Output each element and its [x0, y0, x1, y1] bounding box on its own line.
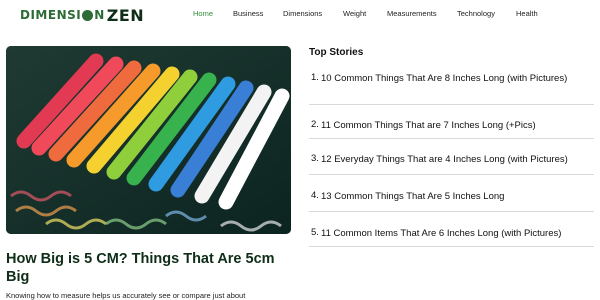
- story-link[interactable]: 13 Common Things That Are 5 Inches Long: [321, 175, 594, 203]
- sidebar-title: Top Stories: [309, 47, 364, 58]
- article-excerpt: Knowing how to measure helps us accurate…: [6, 291, 246, 300]
- nav-measurements[interactable]: Measurements: [387, 9, 437, 18]
- list-item: 5. 11 Common Items That Are 6 Inches Lon…: [309, 212, 594, 247]
- list-item: 3. 12 Everyday Things That are 4 Inches …: [309, 139, 594, 175]
- nav-health[interactable]: Health: [516, 9, 538, 18]
- logo-text-zen: ZEN: [106, 5, 145, 25]
- list-item: 2. 11 Common Things That are 7 Inches Lo…: [309, 105, 594, 139]
- logo-text-dimension: DIMENSI: [20, 8, 82, 22]
- nav-weight[interactable]: Weight: [343, 9, 366, 18]
- article-title[interactable]: How Big is 5 CM? Things That Are 5cm Big: [6, 250, 291, 286]
- featured-image-chalk[interactable]: [6, 46, 291, 234]
- list-item: 1. 10 Common Things That Are 8 Inches Lo…: [309, 66, 594, 105]
- list-item: 4. 13 Common Things That Are 5 Inches Lo…: [309, 175, 594, 212]
- story-number: 5.: [311, 227, 319, 238]
- top-stories-list: 1. 10 Common Things That Are 8 Inches Lo…: [309, 66, 594, 247]
- nav-dimensions[interactable]: Dimensions: [283, 9, 322, 18]
- story-number: 4.: [311, 190, 319, 201]
- logo-text-n: N: [94, 8, 105, 22]
- story-link[interactable]: 10 Common Things That Are 8 Inches Long …: [321, 66, 594, 85]
- story-number: 2.: [311, 119, 319, 130]
- story-number: 3.: [311, 153, 319, 164]
- nav-business[interactable]: Business: [233, 9, 263, 18]
- story-link[interactable]: 11 Common Items That Are 6 Inches Long (…: [321, 212, 594, 240]
- nav-technology[interactable]: Technology: [457, 9, 495, 18]
- story-link[interactable]: 11 Common Things That are 7 Inches Long …: [321, 105, 594, 132]
- site-logo[interactable]: DIMENSI N ZEN: [20, 5, 145, 25]
- nav-home[interactable]: Home: [193, 9, 213, 18]
- logo-o-circle-icon: [82, 9, 94, 21]
- story-number: 1.: [311, 72, 319, 83]
- story-link[interactable]: 12 Everyday Things That are 4 Inches Lon…: [321, 139, 594, 166]
- site-header: DIMENSI N ZEN Home Business Dimensions W…: [0, 0, 600, 30]
